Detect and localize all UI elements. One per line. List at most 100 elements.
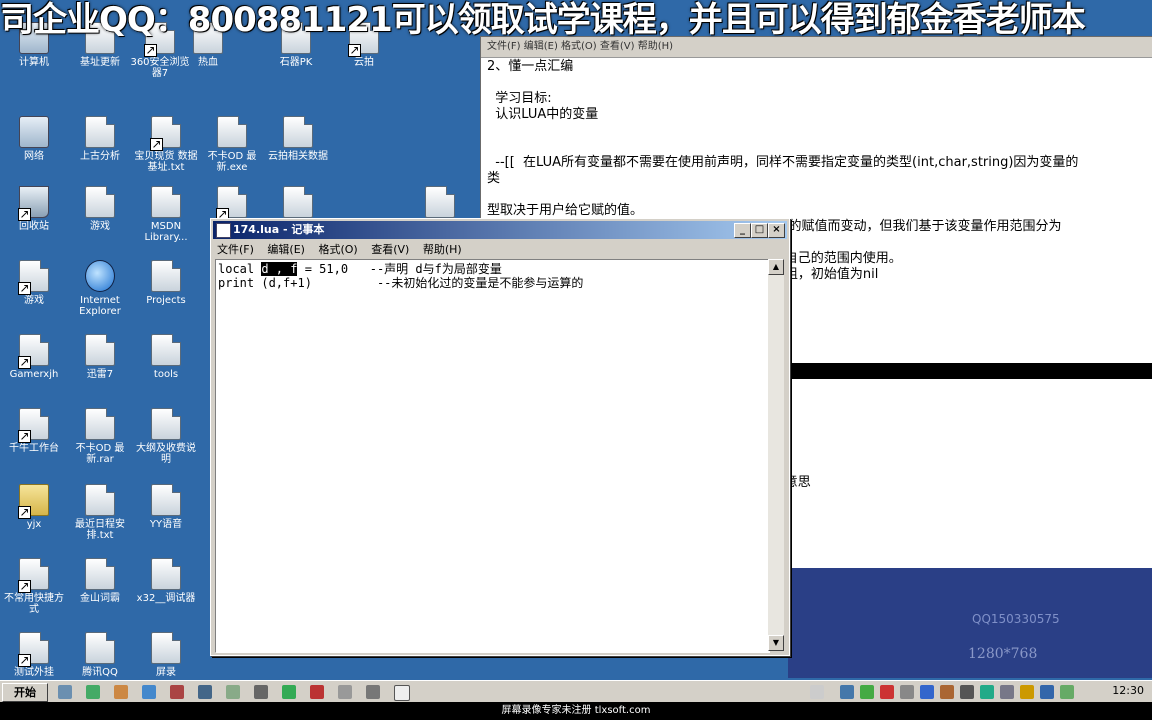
quicklaunch-icon-6[interactable] — [198, 685, 212, 699]
file-icon — [85, 632, 115, 664]
desktop-icon[interactable]: 迅雷7 — [66, 334, 134, 380]
file-icon — [283, 186, 313, 218]
desktop-icon-label: x32__调试器 — [136, 593, 196, 604]
desktop-icon[interactable]: MSDN Library... — [132, 186, 200, 243]
desktop-icon-label: 金山词霸 — [80, 593, 120, 604]
tray-icon-f[interactable] — [940, 685, 954, 699]
desktop-icon[interactable]: tools — [132, 334, 200, 380]
quicklaunch-icon-8[interactable] — [254, 685, 268, 699]
minimize-button[interactable]: _ — [734, 223, 751, 238]
tray-icon-k[interactable] — [1040, 685, 1054, 699]
desktop-icon[interactable]: 宝贝现货 数据基址.txt — [132, 116, 200, 173]
code-line-2: print (d,f+1) --未初始化过的变量是不能参与运算的 — [218, 276, 584, 290]
desktop-icon[interactable]: 金山词霸 — [66, 558, 134, 604]
quicklaunch-icon-11[interactable] — [338, 685, 352, 699]
desktop-icon[interactable]: 不卡OD 最新.rar — [66, 408, 134, 465]
menu-edit[interactable]: 编辑(E) — [267, 243, 305, 256]
desktop-icon[interactable]: 网络 — [0, 116, 68, 162]
file-icon — [18, 632, 49, 667]
tray-icon-c[interactable] — [880, 685, 894, 699]
desktop-icon-label: 计算机 — [19, 57, 49, 68]
desktop-icon[interactable]: 腾讯QQ — [66, 632, 134, 678]
desktop-icon-label: YY语音 — [149, 519, 183, 530]
file-icon — [85, 558, 115, 590]
start-button[interactable]: 开始 — [2, 683, 48, 702]
scroll-down-button[interactable]: ▼ — [768, 635, 784, 651]
desktop-icon-label: 云拍相关数据 — [268, 151, 328, 162]
notepad-title: 174.lua - 记事本 — [233, 223, 325, 236]
desktop-icon[interactable]: YY语音 — [132, 484, 200, 530]
file-icon — [18, 334, 49, 369]
quicklaunch-icon-4[interactable] — [142, 685, 156, 699]
tray-icon-b[interactable] — [860, 685, 874, 699]
desktop-icon[interactable]: 上古分析 — [66, 116, 134, 162]
desktop-icon-label: MSDN Library... — [144, 221, 188, 243]
menu-view[interactable]: 查看(V) — [371, 243, 409, 256]
tray-icon-d[interactable] — [900, 685, 914, 699]
desktop-icon[interactable]: x32__调试器 — [132, 558, 200, 604]
desktop-icon[interactable]: 游戏 — [0, 260, 68, 306]
scroll-up-button[interactable]: ▲ — [768, 259, 784, 275]
maximize-button[interactable]: □ — [751, 223, 768, 238]
quicklaunch-icon-12[interactable] — [366, 685, 380, 699]
notepad-editor[interactable]: local d , f = 51,0 --声明 d与f为局部变量 print (… — [215, 259, 770, 653]
file-icon — [85, 408, 115, 440]
watermark-resolution: 1280*768 — [968, 646, 1038, 662]
desktop-icon[interactable]: 回收站 — [0, 186, 68, 232]
tray-icon-a[interactable] — [840, 685, 854, 699]
vertical-scrollbar[interactable]: ▲ ▼ — [768, 259, 784, 651]
desktop-icon[interactable]: 不卡OD 最新.exe — [198, 116, 266, 173]
tray-icon-h[interactable] — [980, 685, 994, 699]
menu-help[interactable]: 帮助(H) — [423, 243, 462, 256]
tray-input-icon[interactable] — [810, 685, 824, 699]
quicklaunch-icon-5[interactable] — [170, 685, 184, 699]
tray-icon-e[interactable] — [920, 685, 934, 699]
notepad-icon — [216, 223, 231, 238]
desktop-icon-label: Gamerxjh — [9, 369, 59, 380]
taskbar-clock[interactable]: 12:30 — [1112, 684, 1144, 697]
file-icon — [151, 260, 181, 292]
notepad-window[interactable]: 174.lua - 记事本 _ □ × 文件(F) 编辑(E) 格式(O) 查看… — [210, 218, 790, 656]
desktop-icon[interactable]: 最近日程安排.txt — [66, 484, 134, 541]
desktop-icon-label: 网络 — [24, 151, 44, 162]
menu-format[interactable]: 格式(O) — [318, 243, 357, 256]
menu-file[interactable]: 文件(F) — [217, 243, 254, 256]
desktop-icon-label: 迅雷7 — [86, 369, 114, 380]
quicklaunch-icon-1[interactable] — [58, 685, 72, 699]
desktop-icon[interactable]: Gamerxjh — [0, 334, 68, 380]
desktop-icon[interactable]: 不常用快捷方式 — [0, 558, 68, 615]
file-icon — [85, 334, 115, 366]
desktop-icon-label: 大纲及收费说明 — [136, 443, 196, 465]
tray-icon-g[interactable] — [960, 685, 974, 699]
task-notepad-button[interactable] — [394, 685, 410, 701]
reference-line — [487, 187, 1152, 203]
quicklaunch-icon-9[interactable] — [282, 685, 296, 699]
reference-line: --[[ 在LUA所有变量都不需要在使用前声明，同样不需要指定变量的类型(int… — [487, 155, 1079, 170]
reference-line: 学习目标: — [487, 91, 552, 106]
tray-icon-i[interactable] — [1000, 685, 1014, 699]
desktop-icon[interactable]: 游戏 — [66, 186, 134, 232]
selected-text: d , f — [261, 262, 298, 276]
file-icon — [216, 186, 247, 221]
desktop-icon[interactable]: Projects — [132, 260, 200, 306]
desktop-icon[interactable]: yjx — [0, 484, 68, 530]
desktop-icon[interactable]: 大纲及收费说明 — [132, 408, 200, 465]
desktop-icon-label: 云拍 — [354, 57, 374, 68]
tray-icon-j[interactable] — [1020, 685, 1034, 699]
desktop-icon[interactable]: 云拍相关数据 — [264, 116, 332, 162]
tray-icon-l[interactable] — [1060, 685, 1074, 699]
desktop-icon[interactable]: 屏录 — [132, 632, 200, 678]
file-icon — [150, 116, 181, 151]
desktop-icon[interactable]: 测试外挂 — [0, 632, 68, 678]
quicklaunch-icon-3[interactable] — [114, 685, 128, 699]
file-icon — [217, 116, 247, 148]
file-icon — [85, 186, 115, 218]
desktop-icon[interactable]: Internet Explorer — [66, 260, 134, 317]
quicklaunch-icon-7[interactable] — [226, 685, 240, 699]
notepad-titlebar[interactable]: 174.lua - 记事本 _ □ × — [213, 221, 787, 239]
quicklaunch-icon-10[interactable] — [310, 685, 324, 699]
desktop-icon-label: Projects — [146, 295, 186, 306]
desktop-icon[interactable]: 千牛工作台 — [0, 408, 68, 454]
close-button[interactable]: × — [768, 223, 785, 238]
quicklaunch-icon-2[interactable] — [86, 685, 100, 699]
